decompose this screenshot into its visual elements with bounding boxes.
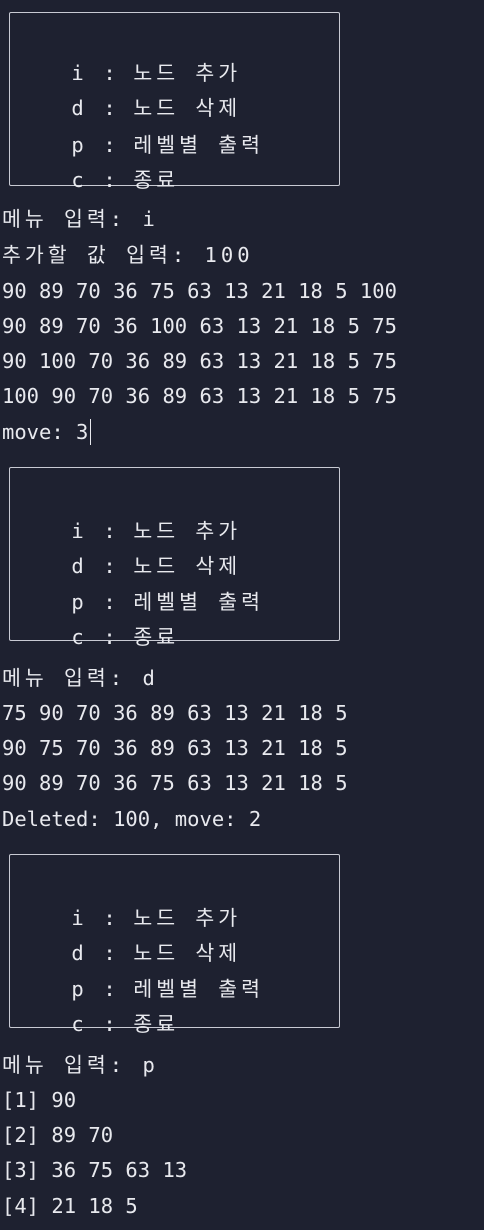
menu-item-add: i: 노드 추가: [22, 28, 241, 85]
move-count-text: move: 3: [2, 420, 89, 444]
menu-prompt: 메뉴 입력: p: [2, 1053, 159, 1077]
level-output-line: [2] 89 70: [2, 1123, 114, 1147]
menu-item-add: i: 노드 추가: [22, 486, 241, 543]
delete-result-line: Deleted: 100, move: 2: [2, 807, 262, 831]
menu-colon: :: [103, 168, 116, 192]
move-count-line: move: 3: [2, 417, 92, 447]
heap-state-line: 75 90 70 36 89 63 13 21 18 5: [2, 701, 348, 725]
heap-state-line: 90 89 70 36 75 63 13 21 18 5 100: [2, 279, 397, 303]
heap-state-line: 90 89 70 36 75 63 13 21 18 5: [2, 771, 348, 795]
heap-state-line: 100 90 70 36 89 63 13 21 18 5 75: [2, 384, 397, 408]
level-output-line: [3] 36 75 63 13: [2, 1158, 188, 1182]
menu-prompt: 메뉴 입력: i: [2, 207, 159, 231]
text-cursor: [90, 419, 92, 445]
menu-item-add: i: 노드 추가: [22, 873, 241, 930]
menu-item-print: p: 레벨별 출력: [22, 944, 264, 1001]
menu-item-exit: c: 종료: [22, 135, 179, 192]
terminal-output[interactable]: i: 노드 추가 d: 노드 삭제 p: 레벨별 출력 c: 종료 메뉴 입력: i 추…: [0, 0, 484, 1230]
menu-item-exit: c: 종료: [22, 979, 179, 1036]
menu-key: c: [71, 168, 84, 192]
level-output-line: [4] 21 18 5: [2, 1194, 138, 1218]
menu-item-print: p: 레벨별 출력: [22, 100, 264, 157]
menu-colon: :: [103, 1012, 116, 1036]
menu-item-exit: c: 종료: [22, 592, 179, 649]
menu-item-delete: d: 노드 삭제: [22, 908, 241, 965]
menu-key: c: [71, 625, 84, 649]
menu-item-print: p: 레벨별 출력: [22, 557, 264, 614]
menu-label: 종료: [133, 625, 180, 649]
menu-item-delete: d: 노드 삭제: [22, 521, 241, 578]
menu-colon: :: [103, 625, 116, 649]
menu-prompt: 메뉴 입력: d: [2, 666, 159, 690]
heap-state-line: 90 75 70 36 89 63 13 21 18 5: [2, 736, 348, 760]
menu-label: 종료: [133, 168, 180, 192]
menu-label: 종료: [133, 1012, 180, 1036]
level-output-line: [1] 90: [2, 1088, 77, 1112]
value-prompt: 추가할 값 입력: 100: [2, 243, 254, 267]
heap-state-line: 90 100 70 36 89 63 13 21 18 5 75: [2, 349, 397, 373]
menu-key: c: [71, 1012, 84, 1036]
menu-item-delete: d: 노드 삭제: [22, 63, 241, 120]
heap-state-line: 90 89 70 36 100 63 13 21 18 5 75: [2, 314, 397, 338]
